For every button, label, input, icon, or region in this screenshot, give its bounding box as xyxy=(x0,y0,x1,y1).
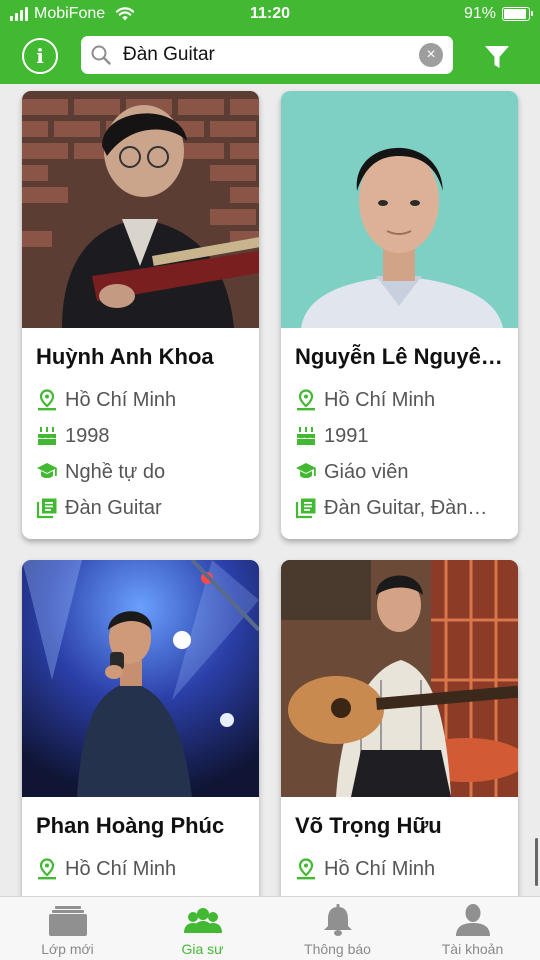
map-pin-icon xyxy=(297,389,315,411)
tutor-location: Hồ Chí Minh xyxy=(295,382,518,418)
map-pin-icon xyxy=(38,858,56,880)
tutor-subject: Đàn Guitar, Đàn… xyxy=(295,490,518,526)
tab-notifications[interactable]: Thông báo xyxy=(270,897,405,960)
clock: 11:20 xyxy=(249,5,291,22)
tutor-card[interactable]: Võ Trọng Hữu Hồ Chí Minh 1995 xyxy=(281,560,518,896)
map-pin-icon xyxy=(38,389,56,411)
tutor-subject: Đàn Guitar xyxy=(36,490,259,526)
tutors-icon xyxy=(183,908,222,933)
tutor-card[interactable]: Nguyễn Lê Nguyê… Hồ Chí Minh 1991 Giáo v… xyxy=(281,91,518,539)
tab-tutors[interactable]: Gia sư xyxy=(135,897,270,960)
search-input[interactable]: Đàn Guitar × xyxy=(81,36,453,74)
search-icon xyxy=(91,45,111,65)
filter-icon[interactable] xyxy=(484,44,510,70)
tutor-location: Hồ Chí Minh xyxy=(36,382,259,418)
bell-icon xyxy=(323,904,352,936)
tutor-name: Huỳnh Anh Khoa xyxy=(36,344,214,369)
tutor-card[interactable]: Phan Hoàng Phúc Hồ Chí Minh 2000 xyxy=(22,560,259,896)
map-pin-icon xyxy=(297,858,315,880)
tutor-occupation: Nghề tự do xyxy=(36,454,259,490)
tutor-location: Hồ Chí Minh xyxy=(36,851,259,887)
tutor-location: Hồ Chí Minh xyxy=(295,851,518,887)
tab-bar: Lớp mới Gia sư Thông báo Tài khoản xyxy=(0,896,540,960)
tutor-birth-year: 1991 xyxy=(295,418,518,454)
graduation-cap-icon xyxy=(296,463,316,478)
status-bar: MobiFone 11:20 91% xyxy=(0,0,540,30)
account-icon xyxy=(455,904,490,936)
scrollbar[interactable] xyxy=(535,838,538,886)
tab-new-classes[interactable]: Lớp mới xyxy=(0,897,135,960)
tutor-birth-year: 2000 xyxy=(36,887,259,897)
tutor-birth-year: 1998 xyxy=(36,418,259,454)
tutor-name: Nguyễn Lê Nguyê… xyxy=(295,344,503,369)
tutor-photo xyxy=(22,560,259,797)
tutor-name: Võ Trọng Hữu xyxy=(295,813,442,838)
tutor-photo xyxy=(22,91,259,328)
search-value: Đàn Guitar xyxy=(123,44,215,65)
battery-percent: 91% xyxy=(463,5,496,22)
tutor-occupation: Giáo viên xyxy=(295,454,518,490)
tutor-name: Phan Hoàng Phúc xyxy=(36,813,225,838)
battery-icon xyxy=(502,7,533,21)
tutor-grid: Huỳnh Anh Khoa Hồ Chí Minh 1998 Nghề tự … xyxy=(0,84,540,896)
classes-icon xyxy=(48,906,87,936)
book-icon xyxy=(36,498,57,519)
tutor-birth-year: 1995 xyxy=(295,887,518,897)
cake-icon xyxy=(297,427,315,445)
cake-icon xyxy=(38,427,56,445)
tutor-photo xyxy=(281,560,518,797)
tutor-photo xyxy=(281,91,518,328)
tab-account[interactable]: Tài khoản xyxy=(405,897,540,960)
graduation-cap-icon xyxy=(37,463,57,478)
tutor-card[interactable]: Huỳnh Anh Khoa Hồ Chí Minh 1998 Nghề tự … xyxy=(22,91,259,539)
book-icon xyxy=(295,498,316,519)
info-button[interactable]: i xyxy=(22,38,58,74)
app-header: MobiFone 11:20 91% i Đàn Guitar × xyxy=(0,0,540,84)
clear-search-button[interactable]: × xyxy=(419,43,443,67)
